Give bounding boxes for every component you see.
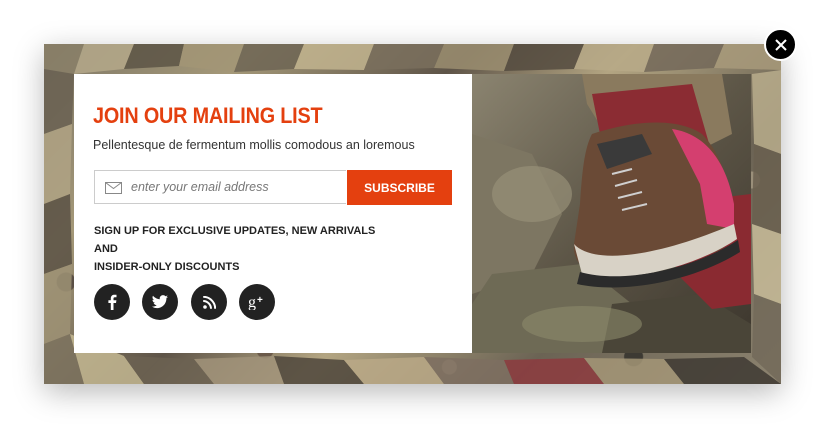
- hiking-boot-illustration: [472, 74, 751, 353]
- rss-icon: [202, 295, 216, 309]
- close-button[interactable]: [764, 28, 797, 61]
- email-input[interactable]: [131, 171, 341, 203]
- rss-button[interactable]: [191, 284, 227, 320]
- close-icon: [774, 38, 787, 51]
- twitter-button[interactable]: [142, 284, 178, 320]
- signup-note-line-1: SIGN UP FOR EXCLUSIVE UPDATES, NEW ARRIV…: [94, 225, 376, 255]
- mail-icon: [105, 182, 122, 194]
- google-plus-button[interactable]: g +: [239, 284, 275, 320]
- signup-note: SIGN UP FOR EXCLUSIVE UPDATES, NEW ARRIV…: [94, 222, 394, 276]
- svg-text:+: +: [257, 295, 263, 306]
- mailing-list-subtitle: Pellentesque de fermentum mollis comodou…: [93, 138, 415, 152]
- subscribe-button[interactable]: SUBSCRIBE: [347, 170, 452, 205]
- google-plus-icon: g +: [248, 294, 263, 310]
- mailing-list-title: JOIN OUR MAILING LIST: [93, 103, 323, 128]
- facebook-icon: [108, 294, 117, 310]
- email-field-container[interactable]: [94, 170, 346, 204]
- hiking-boot-photo: [472, 74, 751, 353]
- twitter-icon: [152, 295, 168, 309]
- facebook-button[interactable]: [94, 284, 130, 320]
- svg-text:g: g: [248, 294, 256, 310]
- signup-note-line-2: INSIDER-ONLY DISCOUNTS: [94, 261, 240, 273]
